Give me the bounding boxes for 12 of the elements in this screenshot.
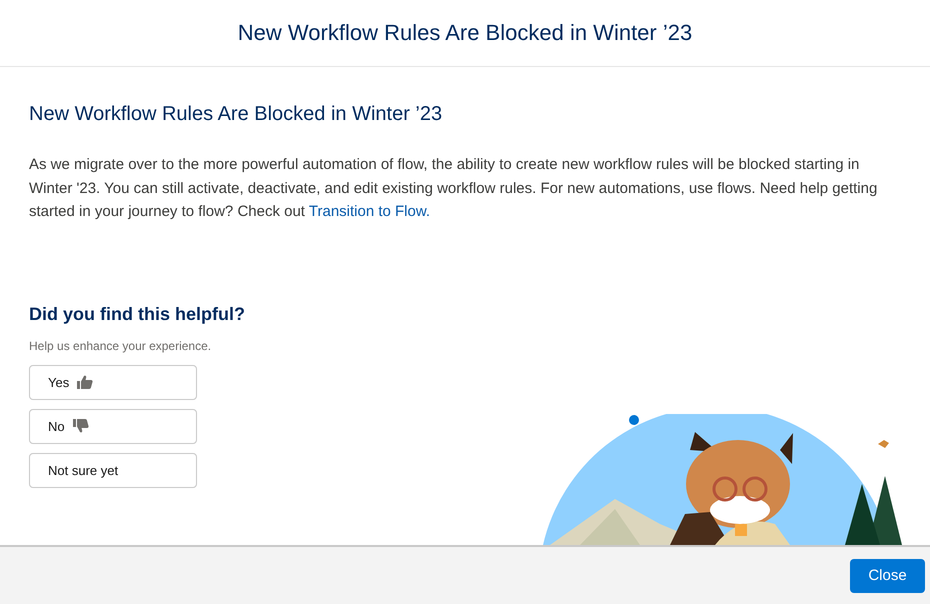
- feedback-option-button[interactable]: Yes: [29, 364, 197, 400]
- feedback-option-button[interactable]: No: [29, 408, 197, 444]
- article-paragraph: As we migrate over to the more powerful automation of flow, the ability to create new workflow rules will be blocked starting in Winter '23. You can still activate, deactivate, and edit existing workflow rules. For new automations, use flows. Need help getting started in your journey to flow? Check out Transition to Flow.: [29, 155, 878, 222]
- modal-title: New Workflow Rules Are Blocked in Winter ’23: [238, 20, 692, 46]
- feedback-hint: Help us enhance your experience.: [29, 338, 212, 352]
- close-button[interactable]: Close: [850, 558, 925, 592]
- feedback-option-button[interactable]: Not sure yet: [29, 452, 197, 488]
- thumbs-down-icon: [72, 419, 89, 433]
- thumbs-up-icon: [77, 375, 94, 389]
- article-heading: New Workflow Rules Are Blocked in Winter ’23: [29, 103, 444, 126]
- feedback-question: Did you find this helpful?: [29, 304, 245, 324]
- transition-link[interactable]: Transition to Flow.: [308, 203, 430, 220]
